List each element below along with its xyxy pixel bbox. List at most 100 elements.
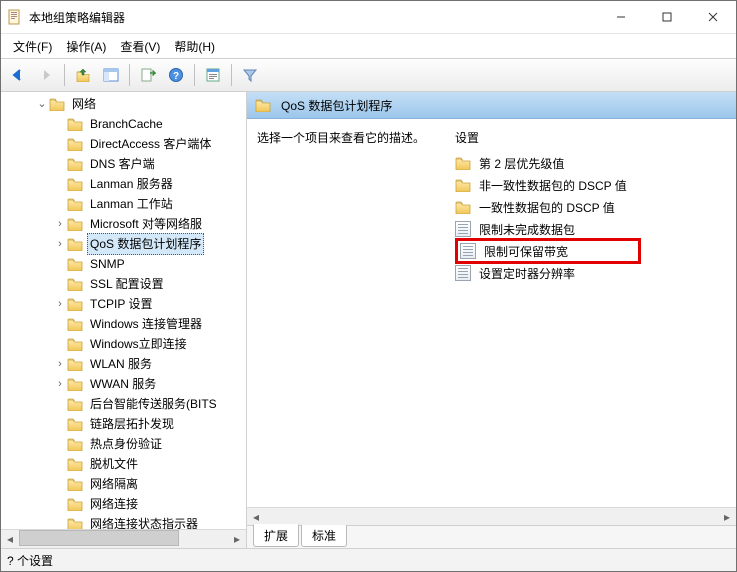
tree-item[interactable]: ·Windows立即连接: [1, 334, 246, 354]
expander-icon: ·: [53, 474, 67, 494]
expander-icon[interactable]: ›: [53, 374, 67, 394]
menu-action[interactable]: 操作(A): [60, 36, 112, 57]
app-icon: [7, 9, 23, 25]
scroll-right-icon[interactable]: ▸: [718, 508, 736, 526]
tree-item-label: SNMP: [87, 253, 128, 275]
folder-icon: [67, 357, 83, 371]
tree[interactable]: ⌄网络·BranchCache·DirectAccess 客户端体·DNS 客户…: [1, 92, 246, 529]
setting-item[interactable]: 限制未完成数据包: [455, 218, 730, 240]
minimize-button[interactable]: [598, 1, 644, 33]
separator: [129, 64, 130, 86]
tree-item-label: QoS 数据包计划程序: [87, 233, 204, 255]
folder-icon: [67, 277, 83, 291]
details-banner: QoS 数据包计划程序: [247, 92, 736, 119]
expander-icon: ·: [53, 494, 67, 514]
tree-item[interactable]: ·BranchCache: [1, 114, 246, 134]
expander-icon: ·: [53, 254, 67, 274]
folder-icon: [67, 237, 83, 251]
folder-icon: [67, 317, 83, 331]
tree-item[interactable]: ·网络隔离: [1, 474, 246, 494]
back-button[interactable]: [5, 62, 31, 88]
separator: [194, 64, 195, 86]
tree-item[interactable]: · DirectAccess 客户端体: [1, 134, 246, 154]
properties-button[interactable]: [200, 62, 226, 88]
expander-icon: ·: [53, 114, 67, 134]
menu-help[interactable]: 帮助(H): [168, 36, 221, 57]
tree-item-label: Windows立即连接: [87, 333, 190, 355]
forward-button[interactable]: [33, 62, 59, 88]
help-button[interactable]: ?: [163, 62, 189, 88]
tree-item[interactable]: › WWAN 服务: [1, 374, 246, 394]
folder-icon: [67, 477, 83, 491]
setting-item[interactable]: 非一致性数据包的 DSCP 值: [455, 174, 730, 196]
toolbar: ?: [1, 59, 736, 92]
setting-item[interactable]: 第 2 层优先级值: [455, 152, 730, 174]
tree-horizontal-scrollbar[interactable]: ◂ ▸: [1, 529, 246, 548]
settings-header[interactable]: 设置: [455, 129, 730, 146]
scroll-right-icon[interactable]: ▸: [228, 530, 246, 548]
tree-item[interactable]: ·链路层拓扑发现: [1, 414, 246, 434]
tab-extended[interactable]: 扩展: [253, 524, 299, 547]
highlighted-setting[interactable]: 限制可保留带宽: [455, 238, 641, 264]
tree-item[interactable]: › TCPIP 设置: [1, 294, 246, 314]
menu-file[interactable]: 文件(F): [7, 36, 58, 57]
tree-item-label: WLAN 服务: [87, 353, 155, 375]
status-text: ? 个设置: [7, 552, 53, 569]
tree-item[interactable]: ·SSL 配置设置: [1, 274, 246, 294]
tree-item[interactable]: ·脱机文件: [1, 454, 246, 474]
tree-item[interactable]: ·Windows 连接管理器: [1, 314, 246, 334]
tree-item-label: 后台智能传送服务(BITS: [87, 393, 220, 415]
tree-item-label: 热点身份验证: [87, 433, 165, 455]
expander-icon[interactable]: ›: [53, 234, 67, 254]
tree-item[interactable]: › QoS 数据包计划程序: [1, 234, 246, 254]
details-title: QoS 数据包计划程序: [281, 97, 392, 114]
expander-icon: ·: [53, 134, 67, 154]
expander-icon[interactable]: ⌄: [35, 94, 49, 114]
tree-pane: ⌄网络·BranchCache·DirectAccess 客户端体·DNS 客户…: [1, 92, 247, 548]
folder-icon: [67, 177, 83, 191]
setting-item[interactable]: 限制可保留带宽: [455, 240, 730, 262]
folder-icon: [67, 437, 83, 451]
show-hide-tree-button[interactable]: [98, 62, 124, 88]
expander-icon[interactable]: ›: [53, 294, 67, 314]
expander-icon: ·: [53, 514, 67, 529]
tree-item-label: Microsoft 对等网络服: [87, 213, 205, 235]
tree-item[interactable]: ·网络连接: [1, 494, 246, 514]
policy-icon: [455, 265, 471, 281]
tree-item[interactable]: ·后台智能传送服务(BITS: [1, 394, 246, 414]
tree-item-label: WWAN 服务: [87, 373, 159, 395]
tree-item[interactable]: · SNMP: [1, 254, 246, 274]
tab-standard[interactable]: 标准: [301, 525, 347, 547]
tree-item[interactable]: ·Lanman 工作站: [1, 194, 246, 214]
export-list-button[interactable]: [135, 62, 161, 88]
tree-item-label: 脱机文件: [87, 453, 141, 475]
scrollbar-thumb[interactable]: [19, 530, 179, 546]
folder-icon: [67, 397, 83, 411]
tree-item[interactable]: ·热点身份验证: [1, 434, 246, 454]
tree-item[interactable]: ·Lanman 服务器: [1, 174, 246, 194]
tree-item[interactable]: › Microsoft 对等网络服: [1, 214, 246, 234]
setting-label: 一致性数据包的 DSCP 值: [479, 199, 615, 216]
setting-item[interactable]: 一致性数据包的 DSCP 值: [455, 196, 730, 218]
tree-item-label: TCPIP 设置: [87, 293, 155, 315]
expander-icon: ·: [53, 314, 67, 334]
folder-icon: [67, 377, 83, 391]
tree-item[interactable]: ·DNS 客户端: [1, 154, 246, 174]
up-button[interactable]: [70, 62, 96, 88]
tree-item[interactable]: ·网络连接状态指示器: [1, 514, 246, 529]
expander-icon[interactable]: ›: [53, 214, 67, 234]
policy-icon: [460, 243, 476, 259]
filter-button[interactable]: [237, 62, 263, 88]
scroll-left-icon[interactable]: ◂: [1, 530, 19, 548]
tree-item-label: DirectAccess 客户端体: [87, 133, 214, 155]
maximize-button[interactable]: [644, 1, 690, 33]
menu-view[interactable]: 查看(V): [114, 36, 166, 57]
folder-icon: [67, 497, 83, 511]
close-button[interactable]: [690, 1, 736, 33]
expander-icon[interactable]: ›: [53, 354, 67, 374]
setting-item[interactable]: 设置定时器分辨率: [455, 262, 730, 284]
tree-item[interactable]: ⌄网络: [1, 94, 246, 114]
details-tabs: 扩展 标准: [247, 525, 736, 548]
tree-item[interactable]: › WLAN 服务: [1, 354, 246, 374]
details-horizontal-scrollbar[interactable]: ◂ ▸: [247, 507, 736, 526]
